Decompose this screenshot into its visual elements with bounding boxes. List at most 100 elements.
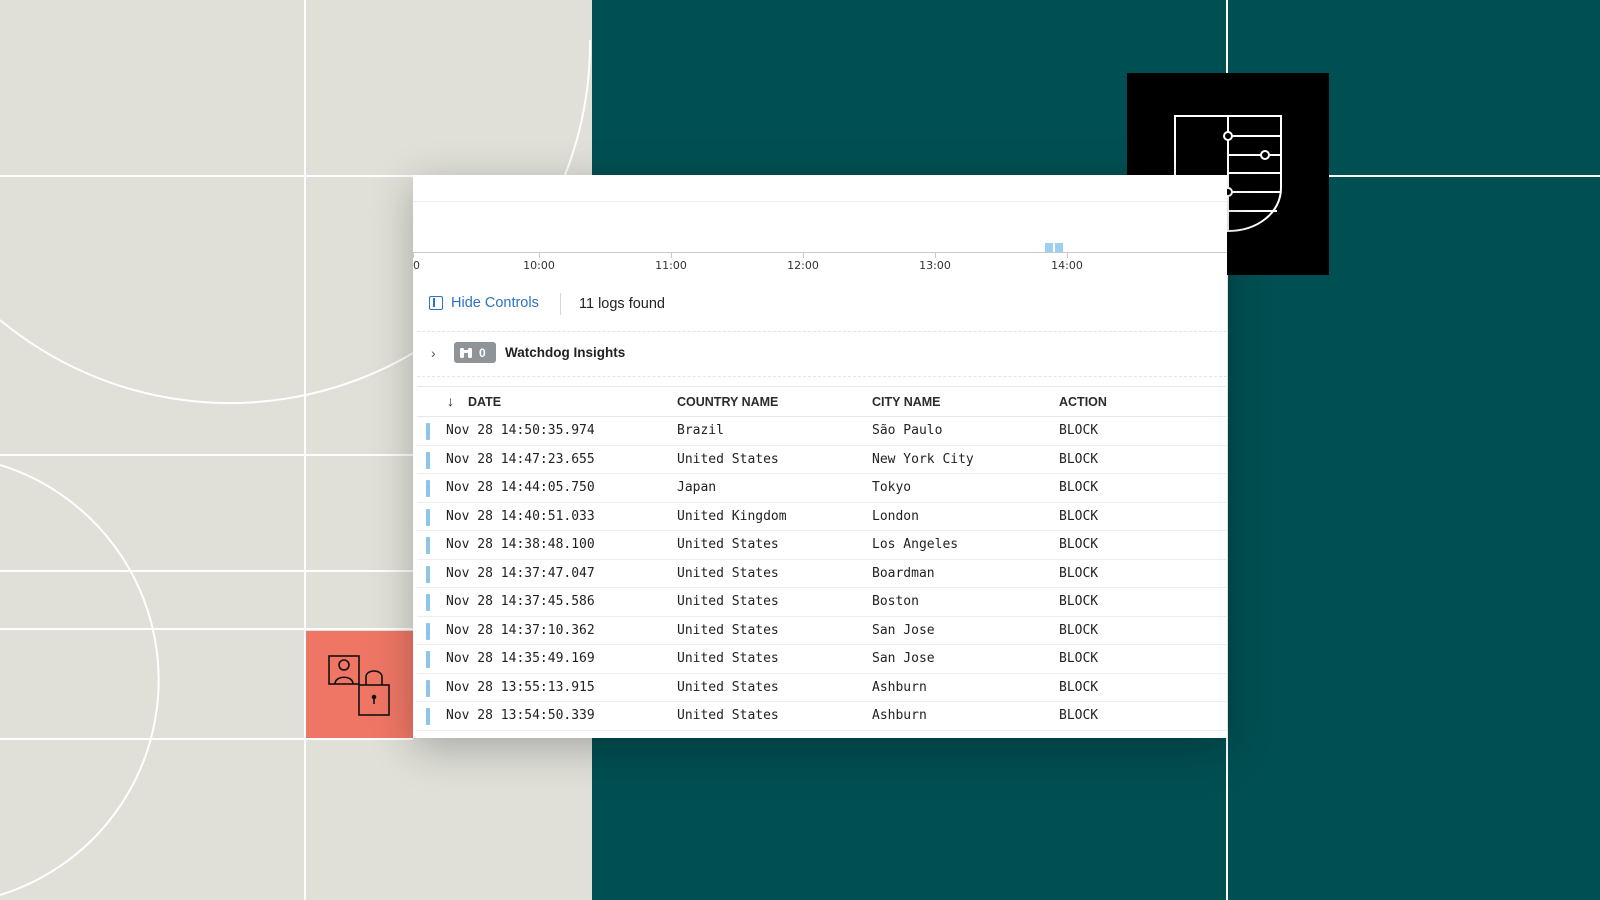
column-header-city[interactable]: CITY NAME (872, 395, 941, 409)
cell-action: BLOCK (1059, 565, 1099, 581)
cell-date: Nov 28 14:40:51.033 (446, 508, 595, 524)
table-row[interactable]: Nov 28 14:50:35.974 Brazil São Paulo BLOCK (417, 417, 1227, 446)
controls-divider (560, 293, 561, 315)
cell-city: Los Angeles (872, 537, 959, 552)
cell-city: San Jose (872, 651, 935, 666)
histogram-x-axis (413, 252, 1227, 253)
logs-found-count: 11 logs found (579, 296, 665, 312)
cell-action: BLOCK (1059, 537, 1099, 552)
histogram-tick (539, 252, 540, 258)
sidebar-collapse-icon (429, 296, 443, 310)
cell-action: BLOCK (1059, 508, 1099, 524)
cell-action: BLOCK (1059, 622, 1099, 638)
histogram-tick (935, 252, 936, 258)
table-body: Nov 28 14:50:35.974 Brazil São Paulo BLOCK N… (417, 417, 1227, 731)
histogram-tick (803, 252, 804, 258)
table-row[interactable]: Nov 28 14:37:10.362 United States San Jose… (417, 617, 1227, 645)
histogram-tick-label: 11:00 (655, 259, 687, 272)
cell-country: United States (677, 651, 779, 666)
table-row[interactable]: Nov 28 14:40:51.033 United Kingdom London B… (417, 503, 1227, 531)
status-indicator (426, 537, 430, 554)
cell-country: United States (677, 708, 779, 723)
histogram-tick (1067, 252, 1068, 258)
cell-country: United States (677, 451, 779, 467)
status-indicator (426, 594, 430, 611)
user-lock-tile (306, 631, 413, 738)
cell-action: BLOCK (1059, 651, 1099, 666)
cell-country: United Kingdom (677, 508, 787, 524)
status-indicator (426, 679, 430, 697)
status-indicator (426, 508, 430, 526)
histogram-tick-label: 10:00 (523, 259, 555, 272)
status-indicator (426, 451, 430, 469)
cell-country: United States (677, 565, 779, 581)
cell-city: Tokyo (872, 480, 912, 495)
table-row[interactable]: Nov 28 13:55:13.915 United States Ashburn B… (417, 674, 1227, 702)
histogram-tick-label: 00 (413, 259, 420, 272)
cell-city: Ashburn (872, 708, 927, 723)
chevron-right-icon[interactable]: › (431, 345, 436, 361)
table-row[interactable]: Nov 28 14:37:45.586 United States Boston BL… (417, 588, 1227, 617)
cell-city: New York City (872, 451, 974, 467)
cell-city: London (872, 508, 919, 524)
cell-date: Nov 28 14:44:05.750 (446, 480, 595, 495)
table-row[interactable]: Nov 28 14:44:05.750 Japan Tokyo BLOCK (417, 474, 1227, 503)
cell-action: BLOCK (1059, 480, 1099, 495)
column-header-action[interactable]: ACTION (1059, 395, 1107, 409)
cell-country: United States (677, 594, 779, 609)
watchdog-title: Watchdog Insights (505, 345, 626, 360)
watchdog-count-badge: 0 (454, 342, 496, 363)
table-row[interactable]: Nov 28 14:37:47.047 United States Boardman… (417, 560, 1227, 588)
sort-descending-icon[interactable]: ↓ (447, 393, 454, 409)
cell-date: Nov 28 13:55:13.915 (446, 679, 595, 695)
status-indicator (426, 708, 430, 725)
histogram-gridline (413, 201, 1227, 202)
table-row[interactable]: Nov 28 14:47:23.655 United States New York… (417, 446, 1227, 474)
cell-city: Boardman (872, 565, 935, 581)
histogram-tick (671, 252, 672, 258)
column-header-date[interactable]: DATE (468, 395, 501, 409)
table-row[interactable]: Nov 28 14:35:49.169 United States San Jose… (417, 645, 1227, 674)
table-row[interactable]: Nov 28 13:54:50.339 United States Ashburn B… (417, 702, 1227, 731)
cell-country: United States (677, 537, 779, 552)
cell-country: United States (677, 622, 779, 638)
cell-action: BLOCK (1059, 679, 1099, 695)
cell-date: Nov 28 13:54:50.339 (446, 708, 595, 723)
column-header-country[interactable]: COUNTRY NAME (677, 395, 778, 409)
table-row[interactable]: Nov 28 14:38:48.100 United States Los Ange… (417, 531, 1227, 560)
histogram-tick-label: 12:00 (787, 259, 819, 272)
status-indicator (426, 423, 430, 440)
cell-city: São Paulo (872, 423, 943, 438)
cell-date: Nov 28 14:37:45.586 (446, 594, 595, 609)
cell-city: Boston (872, 594, 919, 609)
watchdog-insights-section[interactable]: › 0 Watchdog Insights (417, 331, 1227, 377)
status-indicator (426, 622, 430, 640)
histogram-bar[interactable] (1045, 243, 1053, 252)
log-explorer-panel: 00 10:00 11:00 12:00 13:00 14:00 Hide Co… (413, 175, 1227, 738)
cell-city: San Jose (872, 622, 935, 638)
cell-country: Japan (677, 480, 717, 495)
binoculars-icon (460, 347, 472, 358)
table-header: ↓ DATE COUNTRY NAME CITY NAME ACTION (417, 386, 1227, 417)
histogram-tick-label: 14:00 (1051, 259, 1083, 272)
cell-date: Nov 28 14:50:35.974 (446, 423, 595, 438)
histogram-bar[interactable] (1055, 243, 1063, 252)
cell-date: Nov 28 14:37:10.362 (446, 622, 595, 638)
cell-city: Ashburn (872, 679, 927, 695)
cell-date: Nov 28 14:38:48.100 (446, 537, 595, 552)
cell-action: BLOCK (1059, 423, 1099, 438)
cell-action: BLOCK (1059, 451, 1099, 467)
cell-date: Nov 28 14:37:47.047 (446, 565, 595, 581)
histogram-tick-label: 13:00 (919, 259, 951, 272)
logs-table: ↓ DATE COUNTRY NAME CITY NAME ACTION Nov… (417, 386, 1227, 731)
watchdog-count: 0 (479, 345, 486, 360)
controls-bar: Hide Controls 11 logs found (413, 283, 1227, 323)
status-indicator (426, 565, 430, 583)
hide-controls-button[interactable]: Hide Controls (429, 295, 539, 311)
log-histogram: 00 10:00 11:00 12:00 13:00 14:00 (413, 175, 1227, 283)
cell-date: Nov 28 14:35:49.169 (446, 651, 595, 666)
histogram-tick (413, 252, 414, 258)
status-indicator (426, 480, 430, 497)
cell-action: BLOCK (1059, 594, 1099, 609)
cell-country: United States (677, 679, 779, 695)
